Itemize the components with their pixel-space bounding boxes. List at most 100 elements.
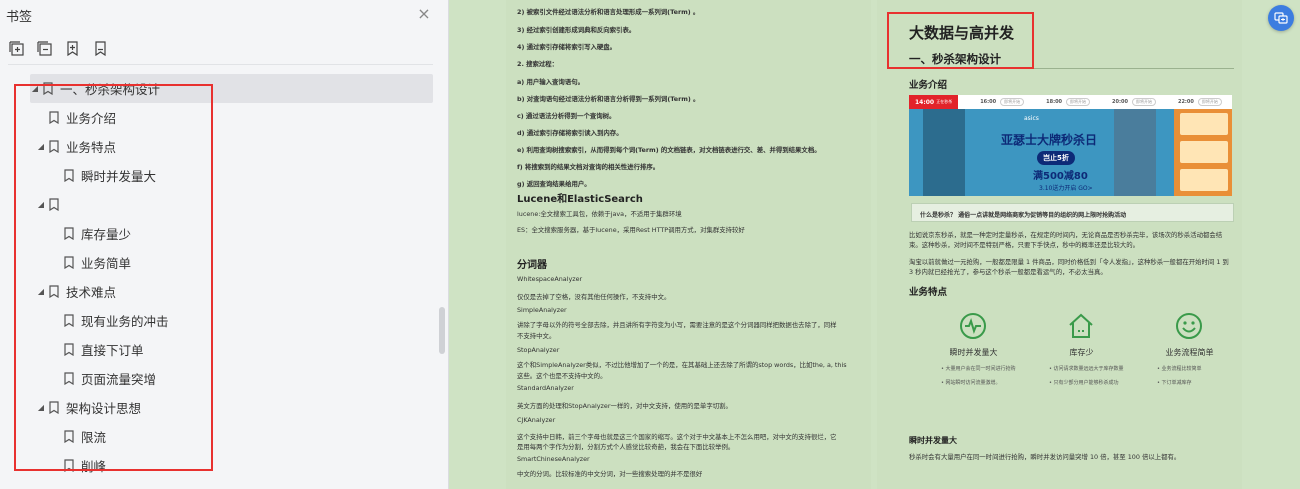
feature-point: 网站瞬时访问流量激增。 xyxy=(941,379,1001,386)
promo-banner-image: 14:00 正在秒杀 16:00 即将开始 18:00 即将开始 20:00 即将开始… xyxy=(909,95,1232,196)
paragraph-line: 淘宝以前就做过一元抢购，一般都是限量 1 件商品，同时价格低到「令人发指」，这种… xyxy=(909,258,1229,266)
feature-point: 访问请求数量远远大于库存数量 xyxy=(1049,365,1124,372)
bookmark-icon xyxy=(49,140,59,153)
bookmark-item[interactable]: 瞬时并发量大 xyxy=(0,161,400,190)
bookmark-label: 一、秒杀架构设计 xyxy=(60,82,161,97)
bookmark-icon xyxy=(64,372,74,385)
model-photo-right xyxy=(1114,109,1156,196)
bookmark-item[interactable]: 库存量少 xyxy=(0,219,400,248)
brand-logo: asics xyxy=(1024,115,1039,122)
bookmark-item[interactable]: 限流 xyxy=(0,422,400,451)
banner-offer: 满500减80 xyxy=(1033,171,1088,182)
paragraph-line: e) 利用查询树搜索索引，从而得到每个词(Term) 的文档链表，对文档链表进行… xyxy=(517,146,821,154)
bookmark-icon xyxy=(64,459,74,472)
banner-discount: 岂止5折 xyxy=(1037,151,1075,165)
bookmark-icon[interactable] xyxy=(92,40,109,57)
caret-icon[interactable]: ◢ xyxy=(36,403,46,412)
bookmark-icon xyxy=(64,343,74,356)
house-icon xyxy=(1066,311,1096,341)
paragraph-line: g) 返回查询结果给用户。 xyxy=(517,180,591,188)
caret-icon[interactable]: ◢ xyxy=(36,287,46,296)
caret-icon[interactable]: ◢ xyxy=(36,200,46,209)
bookmark-label: 架构设计思想 xyxy=(66,401,142,416)
bookmark-item[interactable]: ◢ xyxy=(0,190,400,219)
bookmark-item[interactable]: ◢ 架构设计思想 xyxy=(0,393,400,422)
translate-button[interactable] xyxy=(1268,5,1294,31)
section-business-intro: 业务介绍 xyxy=(909,80,948,91)
bookmark-item[interactable]: 直接下订单 xyxy=(0,335,400,364)
paragraph-line: 是用每两个字作为分割，分割方式个人感觉比较奇葩，我会在下面比较举例。 xyxy=(517,443,735,451)
bookmark-label: 库存量少 xyxy=(81,227,132,242)
bookmark-label: 直接下订单 xyxy=(81,343,144,358)
expand-all-icon[interactable] xyxy=(8,40,25,57)
bookmark-icon xyxy=(49,401,59,414)
caret-icon[interactable]: ◢ xyxy=(30,84,40,93)
bookmark-label: 业务简单 xyxy=(81,256,132,271)
bookmark-item[interactable]: ◢ 业务特点 xyxy=(0,132,400,161)
paragraph-line: 中文的分词。比较标准的中文分词，对一些搜索处理的并不是很好 xyxy=(517,470,703,478)
pulse-icon xyxy=(958,311,988,341)
bookmark-label: 削峰 xyxy=(81,459,107,474)
bookmark-item[interactable]: 削峰 xyxy=(0,451,400,480)
definition-box: 什么是秒杀？ 通俗一点讲就是网络商家为促销等目的组织的网上限时抢购活动 xyxy=(911,203,1234,222)
paragraph-line: a) 用户输入查询语句。 xyxy=(517,78,584,86)
feature-point: 只有少部分用户能够秒杀成功 xyxy=(1049,379,1119,386)
bookmark-label: 瞬时并发量大 xyxy=(81,169,157,184)
slot-note: 即将开始 xyxy=(1000,98,1025,106)
paragraph-line: 2. 搜索过程： xyxy=(517,60,559,68)
pdf-page-right: 大数据与高并发 一、秒杀架构设计 业务介绍 14:00 正在秒杀 16:00 即将… xyxy=(877,0,1242,489)
paragraph-line: b) 对查询语句经过语法分析和语言分析得到一系列词(Term) 。 xyxy=(517,95,700,103)
feature-title: 瞬时并发量大 xyxy=(949,348,998,357)
section-heading: 分词器 xyxy=(517,260,547,271)
bookmark-icon xyxy=(64,256,74,269)
feature-point: 大量用户会在同一时间进行抢购 xyxy=(941,365,1016,372)
feature-point: 下订单减库存 xyxy=(1157,379,1192,386)
bookmark-item[interactable]: ◢ 技术难点 xyxy=(0,277,400,306)
paragraph-line: 比如说京东秒杀，就是一种定时定量秒杀，在规定的时间内，无论商品是否秒杀完毕，该场… xyxy=(909,231,1223,239)
slot-time: 16:00 xyxy=(980,99,997,105)
bookmark-item[interactable]: 业务介绍 xyxy=(0,103,400,132)
paragraph-line: 这个支持中日韩，前三个字母也就是这三个国家的缩写。这个对于中文基本上不怎么用吧，… xyxy=(517,433,837,441)
collapse-all-icon[interactable] xyxy=(36,40,53,57)
banner-headline: 亚瑟士大牌秒杀日 xyxy=(1001,133,1098,147)
current-note: 正在秒杀 xyxy=(936,99,953,104)
bookmark-item[interactable]: 现有业务的冲击 xyxy=(0,306,400,335)
paragraph-line: 3 秒内就已经抢光了，参与这个秒杀一般都是看运气的，不必太当真。 xyxy=(909,268,1107,276)
bookmark-icon xyxy=(64,314,74,327)
slot-note: 即将开始 xyxy=(1066,98,1091,106)
product-thumbnails xyxy=(1174,109,1232,196)
bookmark-icon xyxy=(64,227,74,240)
bookmark-panel: 书签 × ◢ 一、秒杀架构设计 业务介绍 ◢ 业务特点 瞬时并发量大 ◢ 库存量少 业务简单 ◢ 技… xyxy=(0,0,449,489)
bookmark-icon xyxy=(49,285,59,298)
bookmark-toolbar xyxy=(8,40,109,60)
bookmark-item[interactable]: ◢ 一、秒杀架构设计 xyxy=(30,74,433,103)
slot-note: 即将开始 xyxy=(1197,98,1222,106)
smile-icon xyxy=(1174,311,1204,341)
slot-time: 22:00 xyxy=(1177,99,1194,105)
bookmark-item[interactable]: 业务简单 xyxy=(0,248,400,277)
page-title: 大数据与高并发 xyxy=(909,24,1015,42)
bookmark-label: 业务特点 xyxy=(66,140,117,155)
paragraph-line: ES：全文搜索服务器，基于lucene，采用Rest HTTP调用方式，对集群支… xyxy=(517,226,745,234)
add-bookmark-icon[interactable] xyxy=(64,40,81,57)
close-icon[interactable]: × xyxy=(416,6,432,22)
bookmark-label: 限流 xyxy=(81,430,107,445)
feature-card: 业务流程简单 业务流程比较简单 下订单减库存 xyxy=(1137,303,1242,423)
translate-icon xyxy=(1274,12,1288,24)
heading-rule xyxy=(909,68,1234,69)
slot-note: 即将开始 xyxy=(1131,98,1156,106)
scrollbar-thumb[interactable] xyxy=(439,307,445,354)
paragraph-line: 秒杀时会有大量用户在同一时间进行抢购，瞬时并发访问量突增 10 倍，甚至 100… xyxy=(909,453,1181,461)
toolbar-divider xyxy=(8,64,433,65)
bookmark-icon xyxy=(49,198,59,211)
paragraph-line: lucene:全文搜索工具包，依赖于java，不适用于集群环境 xyxy=(517,210,682,218)
feature-title: 业务流程简单 xyxy=(1165,348,1214,357)
paragraph-line: 这个和SimpleAnalyzer类似，不过比他增加了一个的是，在其基础上还去除… xyxy=(517,361,847,369)
paragraph-line: 2) 被索引文件经过语法分析和语言处理形成一系列词(Term) 。 xyxy=(517,8,700,16)
caret-icon[interactable]: ◢ xyxy=(36,142,46,151)
bookmark-item[interactable]: 页面流量突增 xyxy=(0,364,400,393)
paragraph-line: 不支持中文。 xyxy=(517,332,556,340)
paragraph-line: 4) 通过索引存储将索引写入硬盘。 xyxy=(517,43,617,51)
paragraph-line: StopAnalyzer xyxy=(517,346,560,354)
bookmark-label: 现有业务的冲击 xyxy=(81,314,169,329)
